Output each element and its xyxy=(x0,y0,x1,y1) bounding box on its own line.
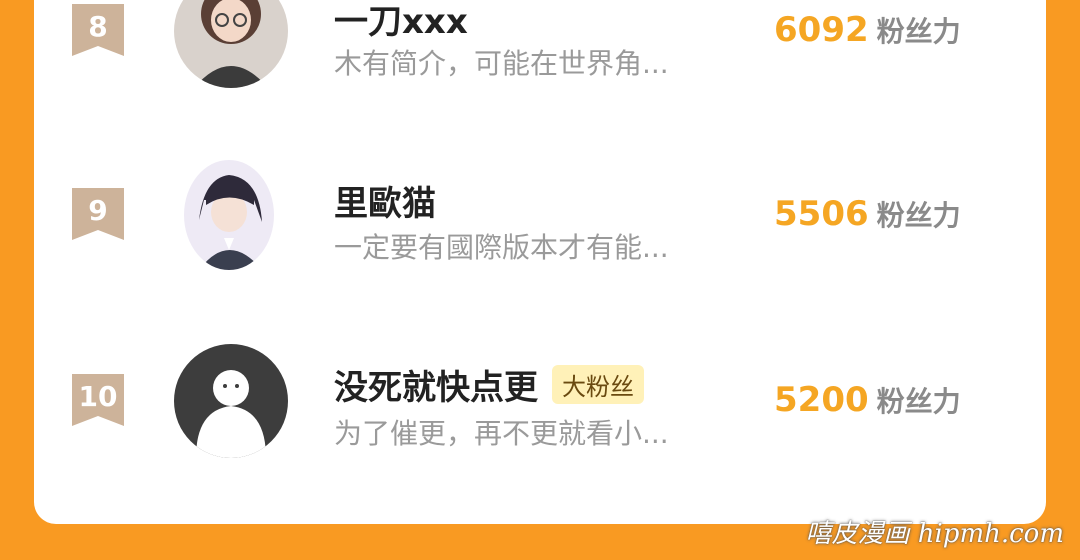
avatar[interactable] xyxy=(174,0,288,88)
rank-badge: 10 xyxy=(72,374,124,426)
rank-number: 9 xyxy=(88,194,108,227)
user-description: 木有简介，可能在世界角... xyxy=(334,47,669,80)
user-name-text[interactable]: 没死就快点更 xyxy=(334,368,538,408)
ranking-row[interactable]: 9 里歐猫 一定要有國際版本才有能... 5506 粉丝力 xyxy=(34,146,1046,296)
avatar[interactable] xyxy=(174,344,288,458)
fans-label: 粉丝力 xyxy=(876,385,961,418)
rank-number: 10 xyxy=(78,380,118,413)
fans-score: 6092 粉丝力 xyxy=(774,10,961,50)
fans-label: 粉丝力 xyxy=(876,15,961,48)
user-avatar-illustration xyxy=(174,0,288,88)
big-fan-badge: 大粉丝 xyxy=(552,365,644,404)
fans-label: 粉丝力 xyxy=(876,199,961,232)
ranking-row[interactable]: 10 没死就快点更 大粉丝 为了催更，再不更就看小... 5200 粉丝力 xyxy=(34,330,1046,480)
user-description: 一定要有國際版本才有能... xyxy=(334,231,669,264)
default-avatar-icon xyxy=(174,344,288,458)
user-name[interactable]: 里歐猫 xyxy=(334,176,436,225)
ranking-row[interactable]: 8 一刀xxx 木有简介，可能在世界角... 6092 粉丝力 xyxy=(34,0,1046,110)
fans-value: 5506 xyxy=(774,194,869,234)
avatar[interactable] xyxy=(184,160,274,270)
fans-value: 5200 xyxy=(774,380,869,420)
rank-badge: 9 xyxy=(72,188,124,240)
rank-badge: 8 xyxy=(72,4,124,56)
site-watermark: 嘻皮漫画 hipmh.com xyxy=(805,519,1064,549)
rank-number: 8 xyxy=(88,10,108,43)
fans-value: 6092 xyxy=(774,10,869,50)
user-name[interactable]: 一刀xxx xyxy=(334,0,468,43)
user-description: 为了催更，再不更就看小... xyxy=(334,417,669,450)
user-name[interactable]: 没死就快点更 大粉丝 xyxy=(334,360,644,409)
ranking-card: 8 一刀xxx 木有简介，可能在世界角... 6092 粉丝力 9 里歐猫 一定… xyxy=(34,0,1046,524)
fans-score: 5200 粉丝力 xyxy=(774,380,961,420)
fans-score: 5506 粉丝力 xyxy=(774,194,961,234)
user-avatar-illustration xyxy=(184,160,274,270)
